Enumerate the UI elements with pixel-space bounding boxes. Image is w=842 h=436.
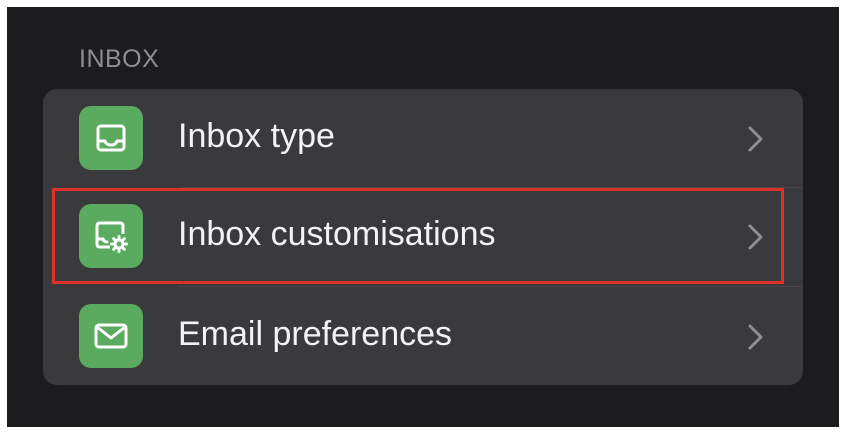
chevron-right-icon bbox=[748, 324, 763, 350]
inbox-settings-group: Inbox type Inbox customisations Email pr… bbox=[43, 89, 803, 385]
settings-screen: INBOX Inbox type Inbox customisations Em… bbox=[7, 7, 839, 427]
envelope-icon bbox=[79, 304, 143, 368]
chevron-right-icon bbox=[748, 224, 763, 250]
settings-row-label: Email preferences bbox=[178, 315, 453, 353]
inbox-settings-icon bbox=[79, 204, 143, 268]
inbox-tray-icon bbox=[79, 106, 143, 170]
section-header-inbox: INBOX bbox=[79, 45, 160, 73]
settings-row-email-preferences[interactable]: Email preferences bbox=[43, 287, 803, 385]
settings-row-inbox-type[interactable]: Inbox type bbox=[43, 89, 803, 187]
settings-row-inbox-customisations[interactable]: Inbox customisations bbox=[43, 187, 803, 285]
chevron-right-icon bbox=[748, 126, 763, 152]
settings-row-label: Inbox type bbox=[178, 117, 335, 155]
settings-row-label: Inbox customisations bbox=[178, 215, 496, 253]
